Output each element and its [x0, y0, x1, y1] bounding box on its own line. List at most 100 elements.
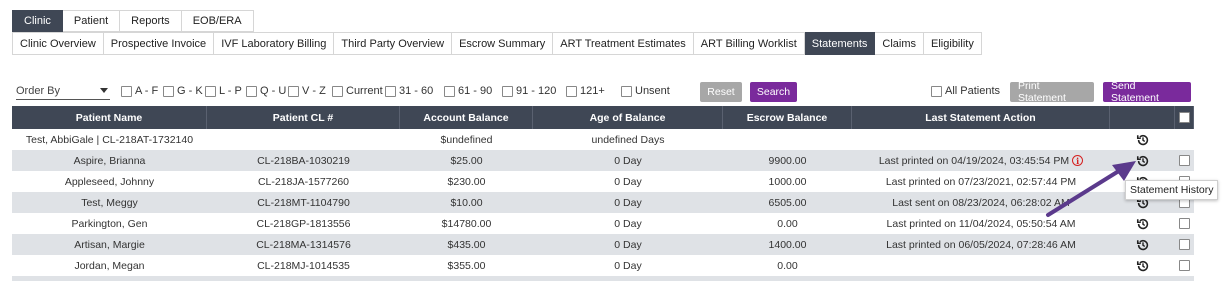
patient-cl: CL-218JA-1577260: [257, 175, 350, 188]
history-icon[interactable]: [1136, 259, 1150, 273]
patient-cl: CL-218MA-1314576: [256, 238, 351, 251]
header-select-all: [1175, 106, 1194, 129]
escrow-balance: 0.00: [777, 217, 798, 230]
filter-checkbox[interactable]: [444, 85, 455, 97]
header-last-statement-action[interactable]: Last Statement Action: [852, 106, 1110, 129]
filter-label: A - F: [135, 85, 159, 97]
table-header: Patient Name Patient CL # Account Balanc…: [12, 106, 1194, 129]
tab-art-billing-worklist[interactable]: ART Billing Worklist: [693, 32, 805, 55]
print-statement-button[interactable]: Print Statement: [1010, 80, 1094, 104]
filter-label: 61 - 90: [458, 85, 493, 97]
patient-cl: CL-218MJ-1014535: [257, 259, 350, 272]
filter-checkbox[interactable]: [121, 85, 132, 97]
filter-v-z[interactable]: V - Z: [288, 85, 326, 97]
last-statement-action: [852, 255, 1110, 276]
patient-name: Test, AbbiGale | CL-218AT-1732140: [25, 133, 194, 146]
filter-checkbox[interactable]: [288, 85, 299, 97]
tab-reports[interactable]: Reports: [120, 10, 182, 32]
account-balance: $355.00: [447, 259, 486, 272]
filter-checkbox[interactable]: [205, 85, 216, 97]
filter-label: G - K: [177, 85, 203, 97]
filter-31-60[interactable]: 31 - 60: [385, 85, 433, 97]
filter-label: V - Z: [302, 85, 326, 97]
filter-l-p[interactable]: L - P: [205, 85, 242, 97]
history-cell: [1110, 255, 1175, 276]
select-all-checkbox[interactable]: [1178, 112, 1190, 123]
escrow-balance: 0.00: [777, 259, 798, 272]
history-icon[interactable]: [1136, 133, 1150, 147]
patient-name: Aspire, Brianna: [73, 154, 146, 167]
filter-61-90[interactable]: 61 - 90: [444, 85, 492, 97]
filter-unsent[interactable]: Unsent: [621, 85, 670, 97]
table-row[interactable]: Jordan, Megan CL-218MJ-1014535 $355.00 0…: [12, 255, 1194, 276]
filter-label: Q - U: [260, 85, 287, 97]
account-balance: $undefined: [440, 133, 493, 146]
table-row[interactable]: Test, Meggy CL-218MT-1104790 $10.00 0 Da…: [12, 192, 1194, 213]
filter-current[interactable]: Current: [332, 85, 383, 97]
header-age-of-balance[interactable]: Age of Balance: [533, 106, 723, 129]
filter-label: 31 - 60: [399, 85, 434, 97]
filter-121-plus[interactable]: 121+: [566, 85, 605, 97]
reset-button[interactable]: Reset: [700, 82, 742, 102]
table-row[interactable]: Aspire, Brianna CL-218BA-1030219 $25.00 …: [12, 150, 1194, 171]
filter-label: Current: [346, 85, 383, 97]
history-cell: [1110, 129, 1175, 150]
tab-escrow-summary[interactable]: Escrow Summary: [452, 32, 554, 55]
statements-table: Patient Name Patient CL # Account Balanc…: [12, 106, 1194, 281]
table-row[interactable]: Parkington, Gen CL-218GP-1813556 $14780.…: [12, 213, 1194, 234]
history-icon[interactable]: [1136, 238, 1150, 252]
sub-tab-bar: Clinic Overview Prospective Invoice IVF …: [12, 32, 982, 55]
header-patient-cl[interactable]: Patient CL #: [207, 106, 400, 129]
tab-third-party-overview[interactable]: Third Party Overview: [334, 32, 453, 55]
row-checkbox[interactable]: [1179, 218, 1190, 229]
table-row[interactable]: Appleseed, Johnny CL-218JA-1577260 $230.…: [12, 171, 1194, 192]
escrow-balance: 1400.00: [768, 238, 807, 251]
last-statement-action: [852, 129, 1110, 150]
row-checkbox[interactable]: [1179, 239, 1190, 250]
filter-g-k[interactable]: G - K: [163, 85, 203, 97]
filter-checkbox[interactable]: [385, 85, 396, 97]
select-cell: [1175, 129, 1194, 150]
tab-patient[interactable]: Patient: [62, 10, 121, 32]
account-balance: $14780.00: [441, 217, 492, 230]
send-statement-button[interactable]: Send Statement: [1103, 80, 1191, 104]
tab-claims[interactable]: Claims: [875, 32, 925, 55]
tab-eob-era[interactable]: EOB/ERA: [181, 10, 254, 32]
tab-clinic[interactable]: Clinic: [12, 10, 63, 32]
filter-checkbox[interactable]: [163, 85, 174, 97]
age-of-balance: 0 Day: [614, 154, 642, 167]
all-patients-toggle[interactable]: All Patients: [931, 85, 1000, 97]
tab-clinic-overview[interactable]: Clinic Overview: [12, 32, 104, 55]
filter-91-120[interactable]: 91 - 120: [502, 85, 556, 97]
table-row[interactable]: Artisan, Margie CL-218MA-1314576 $435.00…: [12, 234, 1194, 255]
escrow-balance: 9900.00: [768, 154, 807, 167]
tab-statements[interactable]: Statements: [804, 32, 876, 55]
header-escrow-balance[interactable]: Escrow Balance: [723, 106, 852, 129]
header-account-balance[interactable]: Account Balance: [400, 106, 533, 129]
tab-art-treatment-estimates[interactable]: ART Treatment Estimates: [553, 32, 694, 55]
last-statement-action: Last printed on 06/05/2024, 07:28:46 AM: [886, 238, 1076, 251]
patient-cl: CL-218BA-1030219: [257, 154, 350, 167]
filter-toolbar: Order By A - F G - K L - P Q - U V - Z C…: [12, 80, 1194, 104]
table-row[interactable]: Test, AbbiGale | CL-218AT-1732140 $undef…: [12, 129, 1194, 150]
search-button[interactable]: Search: [750, 82, 797, 102]
age-of-balance: 0 Day: [614, 175, 642, 188]
filter-checkbox[interactable]: [621, 85, 632, 97]
chevron-down-icon: [100, 88, 108, 93]
row-checkbox[interactable]: [1179, 260, 1190, 271]
row-checkbox[interactable]: [1179, 155, 1190, 166]
tab-ivf-laboratory-billing[interactable]: IVF Laboratory Billing: [214, 32, 335, 55]
order-by-select[interactable]: Order By: [16, 82, 110, 100]
filter-a-f[interactable]: A - F: [121, 85, 158, 97]
filter-checkbox[interactable]: [566, 85, 577, 97]
filter-q-u[interactable]: Q - U: [246, 85, 286, 97]
header-patient-name[interactable]: Patient Name: [12, 106, 207, 129]
filter-checkbox[interactable]: [502, 85, 513, 97]
filter-checkbox[interactable]: [332, 85, 343, 97]
tab-prospective-invoice[interactable]: Prospective Invoice: [103, 32, 215, 55]
patient-name: Appleseed, Johnny: [64, 175, 155, 188]
filter-checkbox[interactable]: [246, 85, 257, 97]
all-patients-checkbox[interactable]: [931, 85, 942, 97]
tab-eligibility[interactable]: Eligibility: [924, 32, 982, 55]
account-balance: $10.00: [450, 196, 483, 209]
